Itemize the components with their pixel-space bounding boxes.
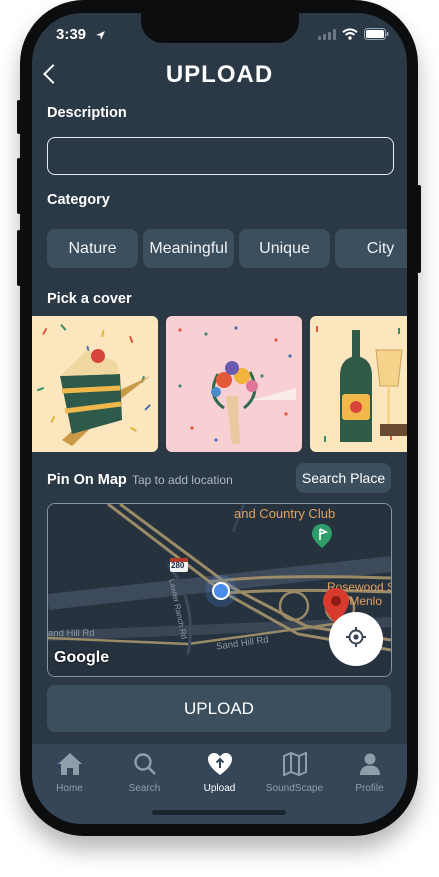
description-label: Description bbox=[47, 105, 127, 121]
crosshair-icon bbox=[345, 626, 367, 653]
tab-search-label: Search bbox=[128, 783, 161, 794]
search-icon bbox=[133, 753, 157, 780]
tab-profile[interactable]: Profile bbox=[332, 752, 407, 794]
battery-icon bbox=[364, 27, 389, 45]
cover-champagne[interactable] bbox=[310, 316, 407, 452]
category-label: Category bbox=[47, 192, 110, 208]
current-location-dot bbox=[212, 582, 230, 600]
location-map[interactable]: and Country Club 280 Lawler Ranch Rd and… bbox=[47, 503, 392, 677]
signal-icon bbox=[318, 27, 336, 45]
location-arrow-icon bbox=[95, 28, 106, 46]
home-indicator bbox=[152, 810, 286, 815]
status-time: 3:39 bbox=[56, 26, 87, 43]
volume-down-button bbox=[17, 230, 21, 286]
google-logo: Google bbox=[54, 649, 110, 666]
profile-icon bbox=[358, 753, 382, 780]
wifi-icon bbox=[342, 27, 358, 45]
golf-poi-icon bbox=[312, 524, 332, 553]
volume-up-button bbox=[17, 158, 21, 214]
cover-bouquet[interactable] bbox=[166, 316, 302, 452]
notch bbox=[141, 13, 299, 43]
cover-cake[interactable] bbox=[32, 316, 158, 452]
mute-switch bbox=[17, 100, 21, 134]
tab-soundscape-label: SoundScape bbox=[265, 783, 324, 794]
map-label-interstate: 280 bbox=[171, 561, 185, 570]
tab-upload-label: Upload bbox=[203, 783, 236, 794]
cover-label: Pick a cover bbox=[47, 291, 132, 307]
locate-me-button[interactable] bbox=[329, 612, 383, 666]
category-chips: Nature Meaningful Unique City bbox=[47, 229, 407, 268]
tab-upload[interactable]: Upload bbox=[182, 752, 257, 794]
chip-city[interactable]: City bbox=[335, 229, 407, 268]
chip-nature[interactable]: Nature bbox=[47, 229, 138, 268]
tab-home-label: Home bbox=[56, 783, 83, 794]
home-icon bbox=[57, 753, 83, 780]
upload-heart-icon bbox=[207, 753, 233, 780]
tab-profile-label: Profile bbox=[355, 783, 384, 794]
pin-on-map-hint: Tap to add location bbox=[132, 473, 233, 487]
tab-home[interactable]: Home bbox=[32, 752, 107, 794]
description-input[interactable] bbox=[47, 137, 394, 175]
status-icons bbox=[318, 27, 389, 45]
upload-button[interactable]: UPLOAD bbox=[47, 685, 391, 732]
app-screen: 3:39 UPLOAD Description Category Nature … bbox=[32, 13, 407, 824]
power-button bbox=[417, 185, 421, 273]
search-place-button[interactable]: Search Place bbox=[296, 463, 391, 493]
chip-unique[interactable]: Unique bbox=[239, 229, 330, 268]
tab-soundscape[interactable]: SoundScape bbox=[257, 751, 332, 794]
pin-on-map-label: Pin On Map bbox=[47, 472, 127, 488]
chip-meaningful[interactable]: Meaningful bbox=[143, 229, 234, 268]
map-label-country-club: and Country Club bbox=[234, 506, 336, 521]
map-icon bbox=[282, 751, 308, 780]
page-title: UPLOAD bbox=[165, 61, 274, 88]
map-label-sand-hill-left: and Hill Rd bbox=[48, 628, 95, 639]
tab-search[interactable]: Search bbox=[107, 752, 182, 794]
